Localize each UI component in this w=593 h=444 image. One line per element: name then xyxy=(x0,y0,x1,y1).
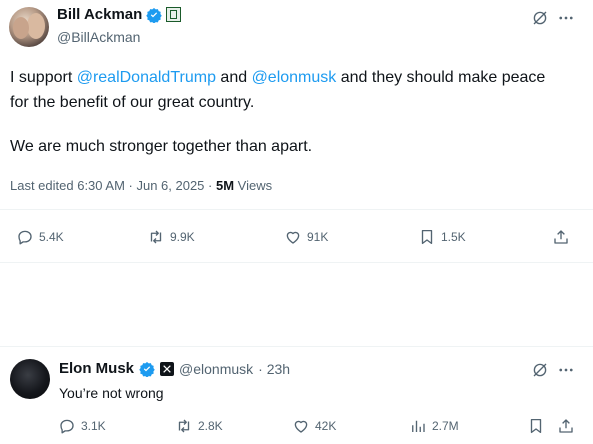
views-count: 2.7M xyxy=(432,419,459,433)
reply-icon xyxy=(60,419,74,434)
views-count: 5M xyxy=(215,178,235,193)
author-name[interactable]: Elon Musk xyxy=(59,360,134,377)
like-count: 91K xyxy=(307,230,329,244)
repost-icon xyxy=(150,230,162,244)
more-icon[interactable] xyxy=(557,361,575,379)
post-text-paragraph: We are much stronger together than apart… xyxy=(10,138,313,155)
views-button[interactable]: 2.7M xyxy=(409,417,459,435)
x-affiliate-icon xyxy=(160,361,175,376)
mention-link[interactable]: @elonmusk xyxy=(252,69,337,86)
like-button[interactable]: 42K xyxy=(292,417,336,435)
author-handle[interactable]: @BillAckman xyxy=(57,29,140,45)
post-meta: Last edited 6:30 AM · Jun 6, 2025 · 5M V… xyxy=(10,178,272,193)
reply-icon xyxy=(18,230,32,245)
gold-badge-icon xyxy=(166,7,182,22)
bookmark-icon xyxy=(421,229,433,245)
divider xyxy=(0,346,593,347)
grok-icon[interactable] xyxy=(531,361,549,379)
text-middle: and xyxy=(215,69,252,86)
views-label: Views xyxy=(234,178,273,193)
like-icon xyxy=(286,231,300,244)
verified-icon xyxy=(146,7,163,23)
share-icon[interactable] xyxy=(552,228,570,246)
views-icon xyxy=(412,420,425,432)
reply-count: 5.4K xyxy=(39,230,64,244)
like-icon xyxy=(294,420,308,433)
timestamp-link[interactable]: Last edited 6:30 AM · Jun 6, 2025 · xyxy=(10,178,216,193)
repost-count: 9.9K xyxy=(170,230,195,244)
repost-icon xyxy=(178,419,190,433)
like-count: 42K xyxy=(315,419,337,433)
divider xyxy=(0,262,593,263)
repost-count: 2.8K xyxy=(198,419,223,433)
author-name[interactable]: Bill Ackman xyxy=(57,6,142,23)
repost-button[interactable]: 9.9K xyxy=(147,228,195,246)
reply-count: 3.1K xyxy=(81,419,106,433)
repost-button[interactable]: 2.8K xyxy=(175,417,223,435)
bookmark-count: 1.5K xyxy=(441,230,466,244)
mention-link[interactable]: @realDonaldTrump xyxy=(77,69,216,86)
post-text: I support @realDonaldTrump and @elonmusk… xyxy=(10,65,550,115)
avatar[interactable] xyxy=(10,359,50,399)
share-icon[interactable] xyxy=(557,417,575,435)
bookmark-button[interactable]: 1.5K xyxy=(418,228,466,246)
bookmark-icon[interactable] xyxy=(527,417,545,435)
divider xyxy=(0,209,593,210)
more-icon[interactable] xyxy=(557,9,575,27)
grok-icon[interactable] xyxy=(531,9,549,27)
reply-button[interactable]: 3.1K xyxy=(58,417,106,435)
post-time[interactable]: · 23h xyxy=(258,361,290,377)
post-text: You’re not wrong xyxy=(59,385,164,401)
avatar[interactable] xyxy=(9,7,49,47)
reply-button[interactable]: 5.4K xyxy=(16,228,64,246)
text-prefix: I support xyxy=(10,69,77,86)
like-button[interactable]: 91K xyxy=(284,228,328,246)
author-handle[interactable]: @elonmusk xyxy=(179,361,253,377)
verified-icon xyxy=(139,361,155,377)
